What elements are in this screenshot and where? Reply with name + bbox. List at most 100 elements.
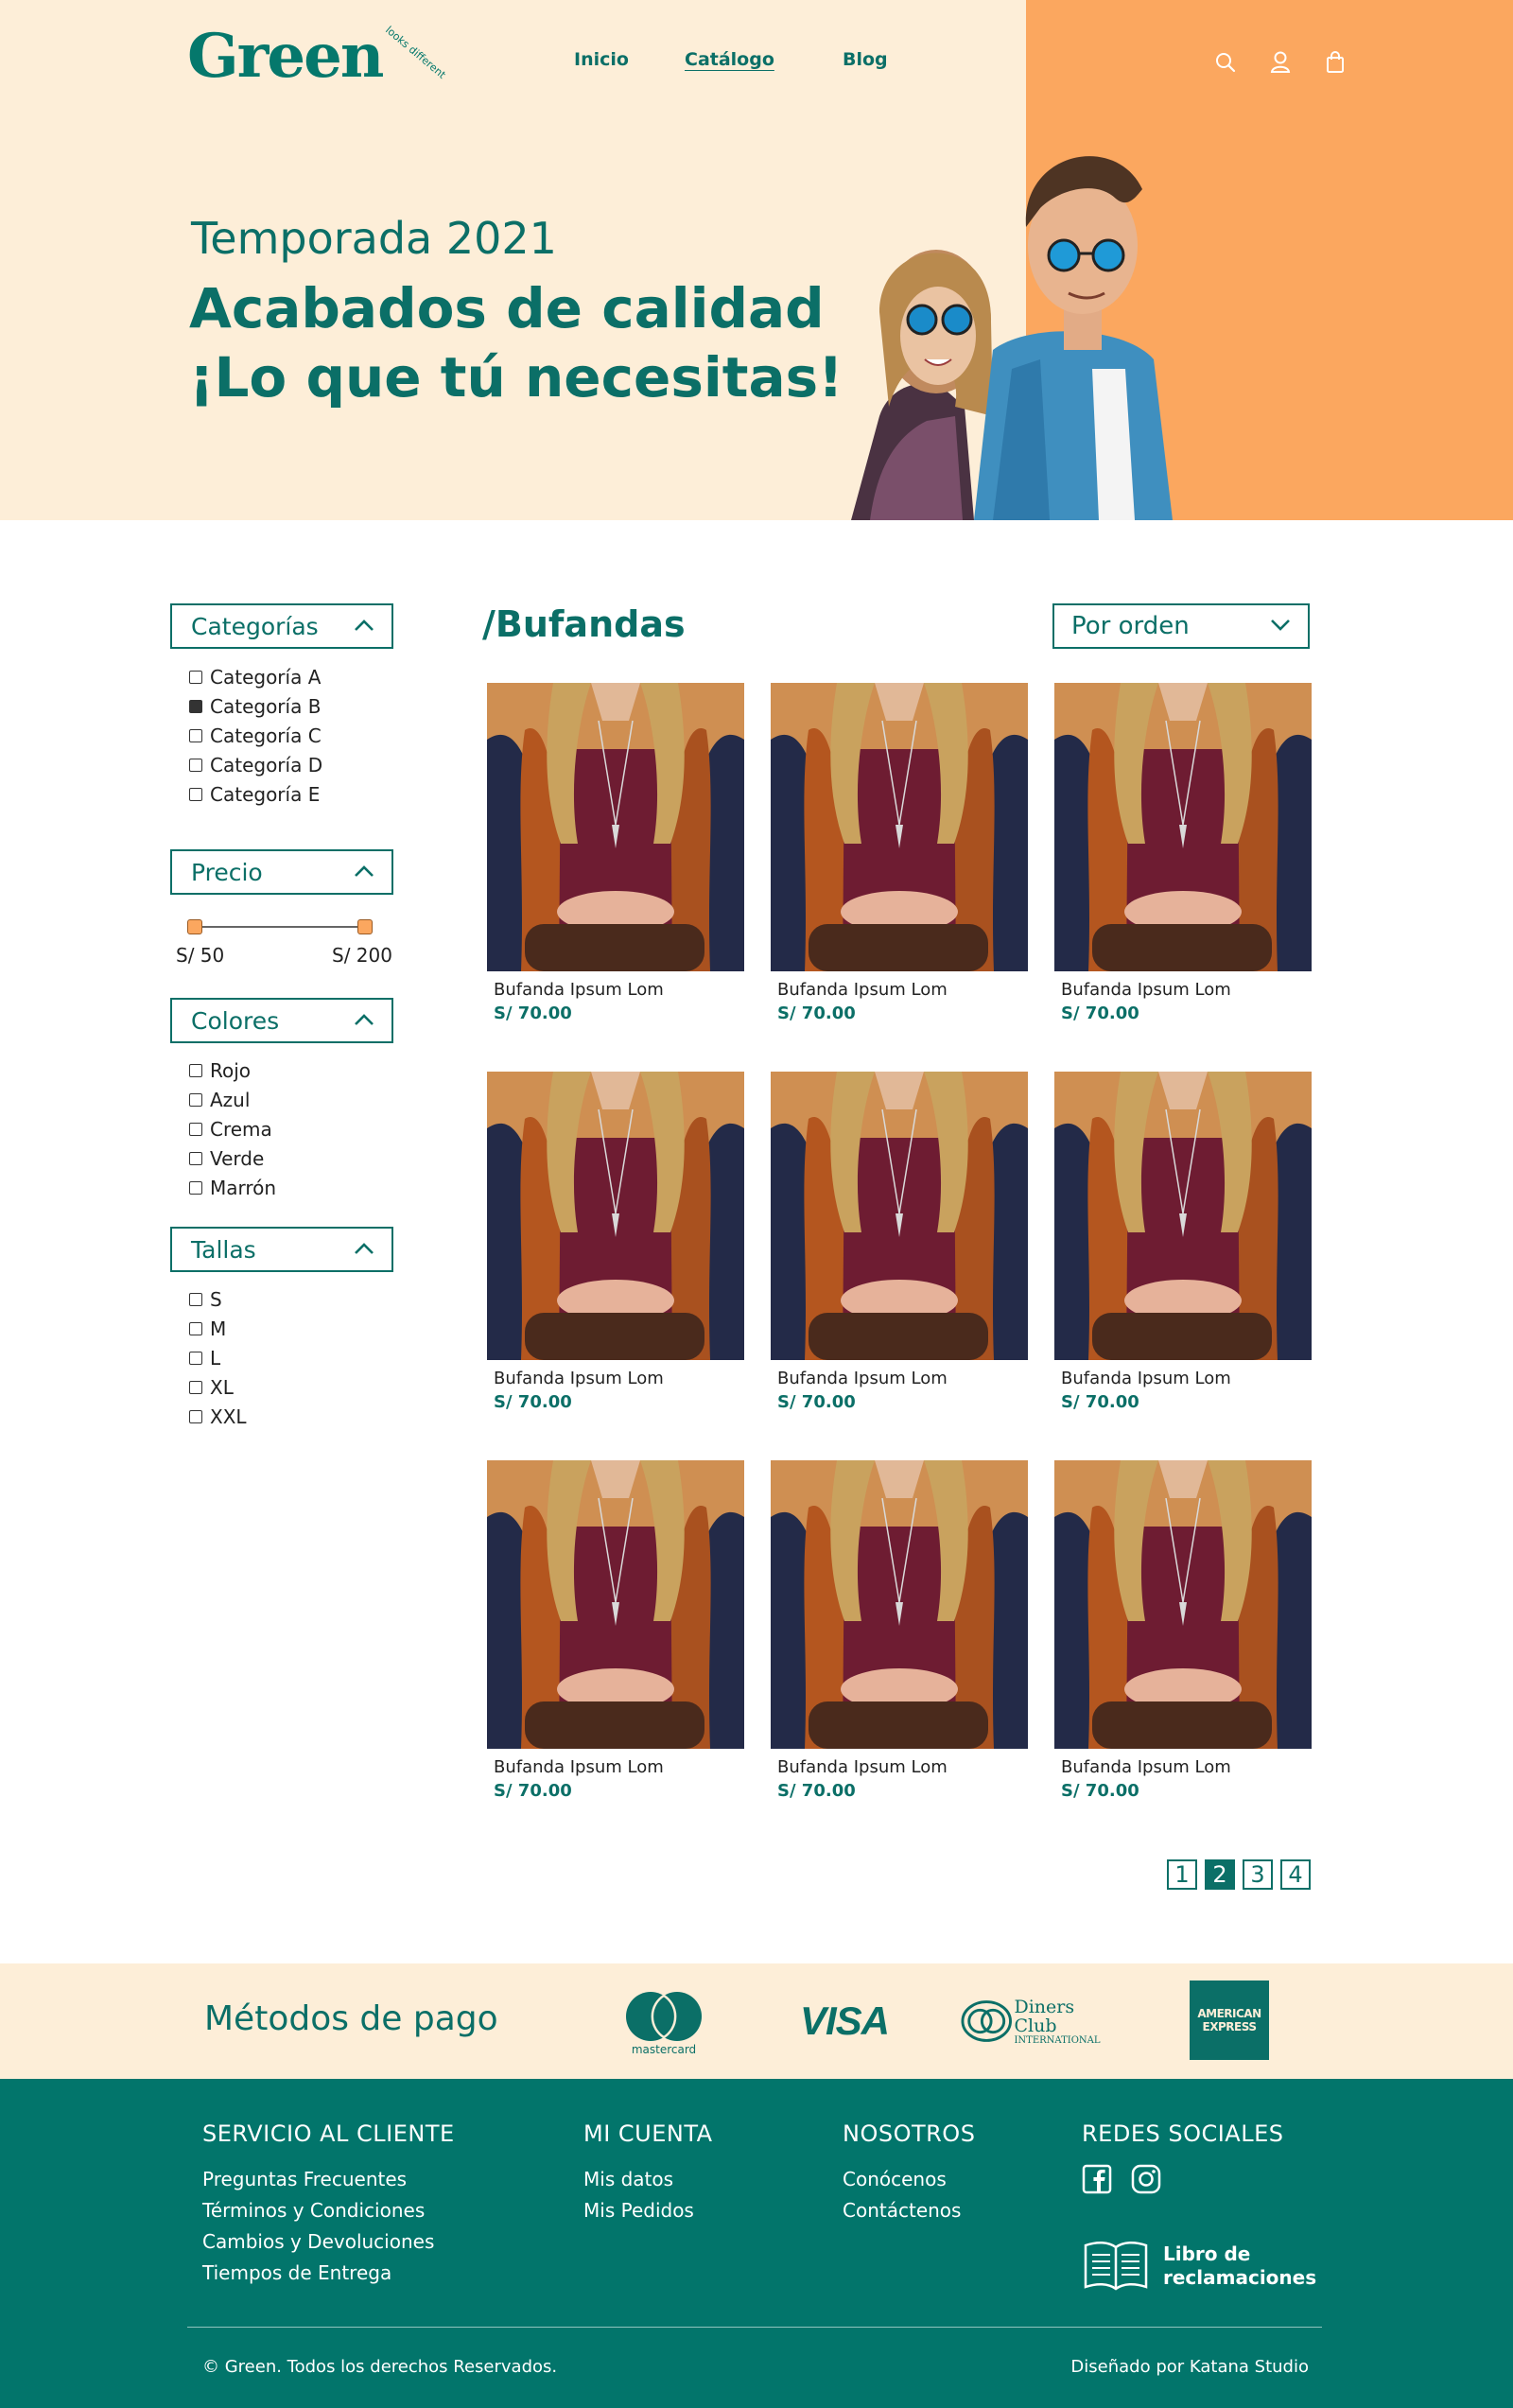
product-card[interactable]: Bufanda Ipsum Lom S/ 70.00 — [487, 1460, 744, 1801]
user-icon[interactable] — [1267, 49, 1294, 76]
product-name[interactable]: Bufanda Ipsum Lom — [771, 1757, 1028, 1777]
checkbox-checked[interactable] — [189, 699, 202, 713]
product-image[interactable] — [771, 1072, 1028, 1360]
checkbox[interactable] — [189, 758, 202, 772]
page-button-4[interactable]: 4 — [1280, 1859, 1311, 1890]
checkbox[interactable] — [189, 728, 202, 742]
footer-link[interactable]: Preguntas Frecuentes — [202, 2164, 455, 2195]
page-button-3[interactable]: 3 — [1243, 1859, 1273, 1890]
product-card[interactable]: Bufanda Ipsum Lom S/ 70.00 — [771, 1072, 1028, 1412]
checkbox[interactable] — [189, 670, 202, 684]
diners-club-logo: Diners Club INTERNATIONAL — [961, 1994, 1120, 2049]
product-image[interactable] — [771, 683, 1028, 971]
product-name[interactable]: Bufanda Ipsum Lom — [487, 1369, 744, 1388]
complaints-book-link[interactable]: Libro de reclamaciones — [1082, 2238, 1316, 2295]
price-slider-track[interactable] — [195, 926, 365, 928]
filter-option-categoria-c[interactable]: Categoría C — [189, 721, 322, 750]
instagram-icon[interactable] — [1131, 2164, 1161, 2198]
checkbox[interactable] — [189, 1063, 202, 1077]
filter-option-label: S — [210, 1287, 222, 1311]
product-card[interactable]: Bufanda Ipsum Lom S/ 70.00 — [1054, 1460, 1312, 1801]
facebook-icon[interactable] — [1082, 2164, 1112, 2198]
payment-methods-title: Métodos de pago — [204, 1999, 498, 2038]
filter-option-crema[interactable]: Crema — [189, 1114, 276, 1143]
filter-option-size-l[interactable]: L — [189, 1343, 247, 1372]
footer-link[interactable]: Contáctenos — [843, 2195, 975, 2226]
nav-item-catalogo[interactable]: Catálogo — [685, 49, 774, 70]
nav-item-blog[interactable]: Blog — [843, 49, 888, 70]
footer-link[interactable]: Mis datos — [583, 2164, 713, 2195]
hero-title-line-2: ¡Lo que tú necesitas! — [189, 345, 843, 410]
product-name[interactable]: Bufanda Ipsum Lom — [1054, 1757, 1312, 1777]
product-image[interactable] — [1054, 1072, 1312, 1360]
complaints-book-label: Libro de reclamaciones — [1163, 2242, 1316, 2290]
filter-option-rojo[interactable]: Rojo — [189, 1056, 276, 1085]
nav-item-inicio[interactable]: Inicio — [574, 49, 629, 70]
product-image[interactable] — [487, 1460, 744, 1749]
product-name[interactable]: Bufanda Ipsum Lom — [1054, 980, 1312, 1000]
filter-sizes-header[interactable]: Tallas — [170, 1227, 393, 1272]
checkbox[interactable] — [189, 1409, 202, 1423]
filter-option-size-xl[interactable]: XL — [189, 1372, 247, 1402]
filter-option-label: Marrón — [210, 1176, 277, 1199]
price-min-label: S/ 50 — [176, 944, 225, 967]
checkbox[interactable] — [189, 1321, 202, 1335]
filter-colors-header[interactable]: Colores — [170, 998, 393, 1043]
filter-option-categoria-d[interactable]: Categoría D — [189, 750, 322, 779]
search-icon[interactable] — [1212, 49, 1239, 76]
sort-dropdown[interactable]: Por orden — [1052, 603, 1310, 649]
checkbox[interactable] — [189, 1151, 202, 1165]
product-name[interactable]: Bufanda Ipsum Lom — [487, 980, 744, 1000]
brand-logo[interactable]: Green looks different — [187, 24, 453, 87]
filter-option-categoria-b[interactable]: Categoría B — [189, 691, 322, 721]
footer-column-title: MI CUENTA — [583, 2120, 713, 2147]
filter-option-azul[interactable]: Azul — [189, 1085, 276, 1114]
amex-label-1: AMERICAN — [1197, 2007, 1261, 2020]
filter-option-size-m[interactable]: M — [189, 1314, 247, 1343]
filter-option-categoria-a[interactable]: Categoría A — [189, 662, 322, 691]
checkbox[interactable] — [189, 1180, 202, 1195]
filter-option-marron[interactable]: Marrón — [189, 1173, 276, 1202]
product-card[interactable]: Bufanda Ipsum Lom S/ 70.00 — [771, 683, 1028, 1023]
footer-link[interactable]: Conócenos — [843, 2164, 975, 2195]
product-name[interactable]: Bufanda Ipsum Lom — [487, 1757, 744, 1777]
checkbox[interactable] — [189, 1292, 202, 1306]
amex-label-2: EXPRESS — [1202, 2020, 1257, 2033]
product-name[interactable]: Bufanda Ipsum Lom — [1054, 1369, 1312, 1388]
product-card[interactable]: Bufanda Ipsum Lom S/ 70.00 — [1054, 683, 1312, 1023]
filter-option-size-s[interactable]: S — [189, 1284, 247, 1314]
footer-link[interactable]: Tiempos de Entrega — [202, 2258, 455, 2289]
hero-banner: Green looks different Inicio Catálogo Bl… — [0, 0, 1513, 520]
product-name[interactable]: Bufanda Ipsum Lom — [771, 1369, 1028, 1388]
designer-credit[interactable]: Diseñado por Katana Studio — [1070, 2357, 1309, 2377]
product-image[interactable] — [1054, 683, 1312, 971]
product-card[interactable]: Bufanda Ipsum Lom S/ 70.00 — [771, 1460, 1028, 1801]
checkbox[interactable] — [189, 1092, 202, 1107]
checkbox[interactable] — [189, 787, 202, 801]
product-card[interactable]: Bufanda Ipsum Lom S/ 70.00 — [487, 1072, 744, 1412]
page-button-2-current[interactable]: 2 — [1205, 1859, 1235, 1890]
filter-option-verde[interactable]: Verde — [189, 1143, 276, 1173]
footer-link[interactable]: Cambios y Devoluciones — [202, 2226, 455, 2258]
product-card[interactable]: Bufanda Ipsum Lom S/ 70.00 — [487, 683, 744, 1023]
product-name[interactable]: Bufanda Ipsum Lom — [771, 980, 1028, 1000]
product-card[interactable]: Bufanda Ipsum Lom S/ 70.00 — [1054, 1072, 1312, 1412]
checkbox[interactable] — [189, 1351, 202, 1365]
page-button-1[interactable]: 1 — [1167, 1859, 1197, 1890]
price-slider-max-handle[interactable] — [357, 919, 373, 934]
filter-option-size-xxl[interactable]: XXL — [189, 1402, 247, 1431]
filter-option-categoria-e[interactable]: Categoría E — [189, 779, 322, 809]
product-image[interactable] — [771, 1460, 1028, 1749]
mastercard-label: mastercard — [631, 2043, 697, 2056]
price-slider-min-handle[interactable] — [187, 919, 202, 934]
product-image[interactable] — [487, 683, 744, 971]
product-image[interactable] — [487, 1072, 744, 1360]
checkbox[interactable] — [189, 1380, 202, 1394]
product-image[interactable] — [1054, 1460, 1312, 1749]
footer-link[interactable]: Términos y Condiciones — [202, 2195, 455, 2226]
shopping-bag-icon[interactable] — [1322, 49, 1348, 76]
filter-categories-header[interactable]: Categorías — [170, 603, 393, 649]
filter-price-header[interactable]: Precio — [170, 849, 393, 895]
checkbox[interactable] — [189, 1122, 202, 1136]
footer-link[interactable]: Mis Pedidos — [583, 2195, 713, 2226]
